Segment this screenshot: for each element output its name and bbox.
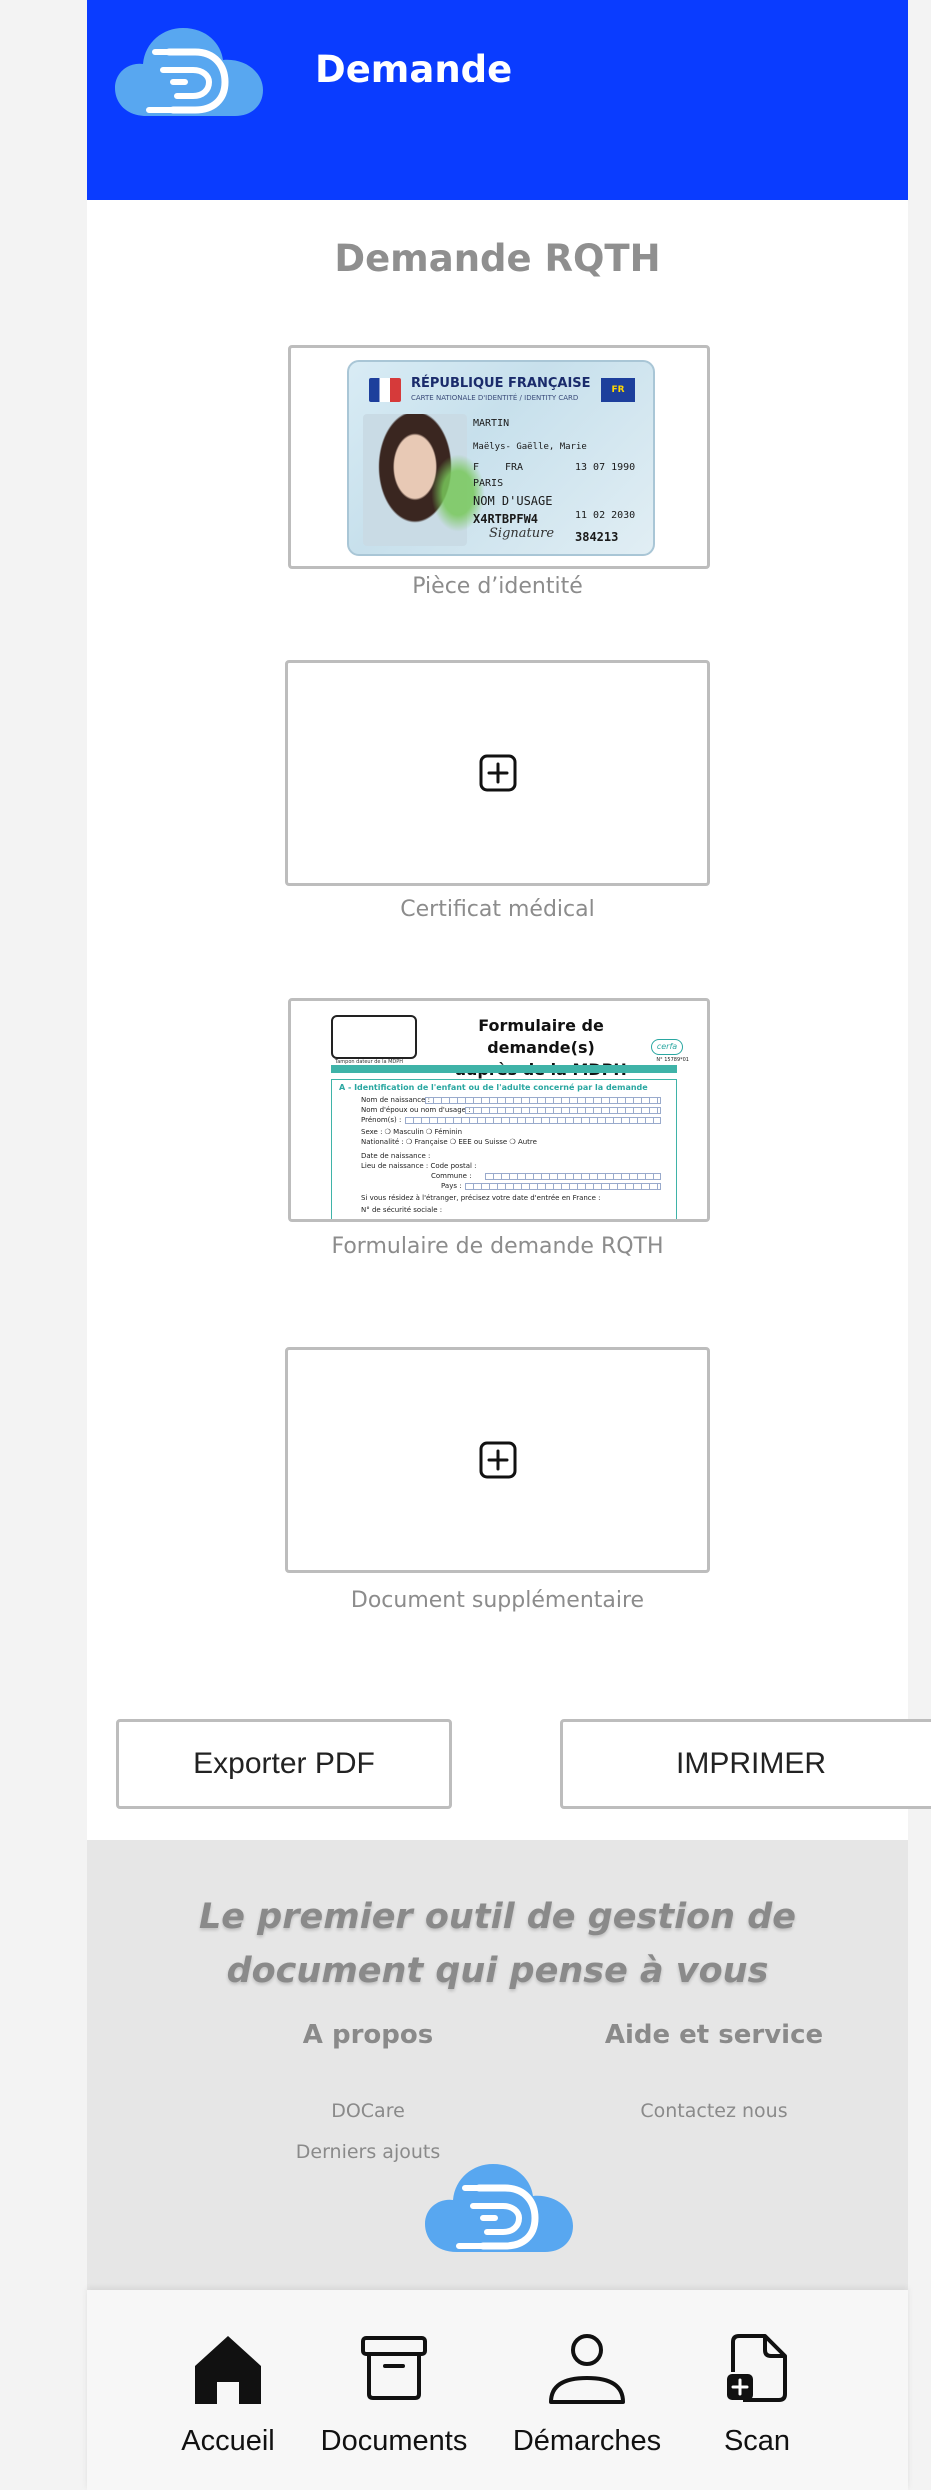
id-birth-date: 13 07 1990 (575, 462, 636, 473)
eu-flag-icon: FR (601, 378, 635, 402)
footer-link-docare[interactable]: DOCare (218, 2100, 518, 2122)
form-preview: Tampon dateur de la MDPH Formulaire de d… (291, 1001, 707, 1219)
document-slot-medical[interactable] (285, 660, 710, 886)
form-row: Si vous résidez à l'étranger, précisez v… (361, 1194, 601, 1202)
cloud-d-logo-icon (425, 2164, 573, 2252)
id-sex: F (473, 462, 480, 473)
nav-item-accueil[interactable]: Accueil (143, 2290, 313, 2490)
cerfa-logo: cerfa (651, 1039, 683, 1055)
id-can: 384213 (575, 530, 619, 544)
form-row: Sexe : ❍ Masculin ❍ Féminin (361, 1128, 463, 1136)
plus-square-icon[interactable] (478, 1440, 518, 1480)
nav-label-scan: Scan (723, 2425, 791, 2457)
id-card-subtitle: CARTE NATIONALE D'IDENTITÉ / IDENTITY CA… (411, 394, 579, 402)
document-label-identity: Pièce d’identité (412, 574, 583, 599)
id-usage-name: NOM D'USAGE (473, 494, 553, 508)
id-document-number: X4RTBPFW4 (473, 512, 539, 526)
footer-about-title: A propos (302, 2020, 434, 2050)
id-signature: Signature (489, 526, 555, 541)
form-row-grid (425, 1097, 661, 1104)
form-row: Nationalité : ❍ Française ❍ EEE ou Suiss… (361, 1138, 537, 1146)
form-row: Nom de naissance : (361, 1096, 430, 1104)
footer-tagline: Le premier outil de gestion de document … (198, 1897, 797, 1991)
nav-item-documents[interactable]: Documents (309, 2290, 479, 2490)
app-screen: Demande Demande RQTH RÉPUBLIQUE FRANÇAIS… (87, 0, 931, 2490)
nav-item-demarches[interactable]: Démarches (502, 2290, 672, 2490)
id-surname: MARTIN (473, 418, 510, 429)
footer-link-contact[interactable]: Contactez nous (564, 2100, 864, 2122)
print-button[interactable]: IMPRIMER (560, 1719, 931, 1809)
document-label-medical: Certificat médical (400, 897, 595, 922)
id-birth-place: PARIS (473, 478, 504, 489)
footer-help-title: Aide et service (604, 2020, 824, 2050)
page-title: Demande RQTH (334, 237, 661, 280)
form-row: N° de sécurité sociale : (361, 1206, 443, 1214)
header-title: Demande (315, 48, 513, 91)
id-card-country: RÉPUBLIQUE FRANÇAISE (411, 376, 591, 391)
form-row-grid (485, 1173, 661, 1180)
form-row: Prénom(s) : (361, 1116, 402, 1124)
form-row-grid (465, 1107, 661, 1114)
nav-label-accueil: Accueil (181, 2425, 275, 2457)
plus-square-icon[interactable] (478, 753, 518, 793)
export-pdf-button[interactable]: Exporter PDF (116, 1719, 452, 1809)
bottom-nav: Accueil Documents Démarches Scan (87, 2290, 908, 2490)
app-header: Demande (87, 0, 908, 200)
id-expiry: 11 02 2030 (575, 510, 636, 521)
form-row: Date de naissance : (361, 1152, 431, 1160)
form-row: Commune : (431, 1172, 472, 1180)
nav-label-documents: Documents (320, 2425, 468, 2457)
document-label-additional: Document supplémentaire (350, 1588, 645, 1613)
nav-item-scan[interactable]: Scan (672, 2290, 842, 2490)
form-row: Nom d'époux ou nom d'usage : (361, 1106, 471, 1114)
archive-icon (361, 2336, 427, 2400)
form-row: Lieu de naissance : Code postal : (361, 1162, 477, 1170)
form-row-grid (465, 1183, 661, 1190)
french-flag-icon (369, 378, 401, 402)
form-section-a: A - Identification de l'enfant ou de l'a… (339, 1083, 648, 1092)
user-icon (549, 2334, 625, 2404)
form-teal-bar (331, 1065, 677, 1073)
file-plus-icon (727, 2334, 787, 2402)
id-nationality: FRA (505, 462, 524, 473)
form-title-line1: Formulaire de demande(s) (478, 1016, 604, 1057)
form-row: Pays : (441, 1182, 462, 1190)
document-slot-form[interactable]: Tampon dateur de la MDPH Formulaire de d… (288, 998, 710, 1222)
document-slot-identity[interactable]: RÉPUBLIQUE FRANÇAISE CARTE NATIONALE D'I… (288, 345, 710, 569)
nav-label-demarches: Démarches (512, 2425, 662, 2457)
id-given-names: Maëlys- Gaëlle, Marie (473, 442, 587, 452)
form-row-grid (405, 1117, 661, 1124)
home-icon (195, 2336, 261, 2404)
cloud-d-logo-icon[interactable] (111, 24, 267, 124)
stamp-box (331, 1015, 417, 1059)
document-slot-additional[interactable] (285, 1347, 710, 1573)
id-card-preview: RÉPUBLIQUE FRANÇAISE CARTE NATIONALE D'I… (347, 360, 655, 556)
cerfa-number: N° 15789*01 (656, 1057, 689, 1063)
document-label-form: Formulaire de demande RQTH (331, 1234, 664, 1259)
